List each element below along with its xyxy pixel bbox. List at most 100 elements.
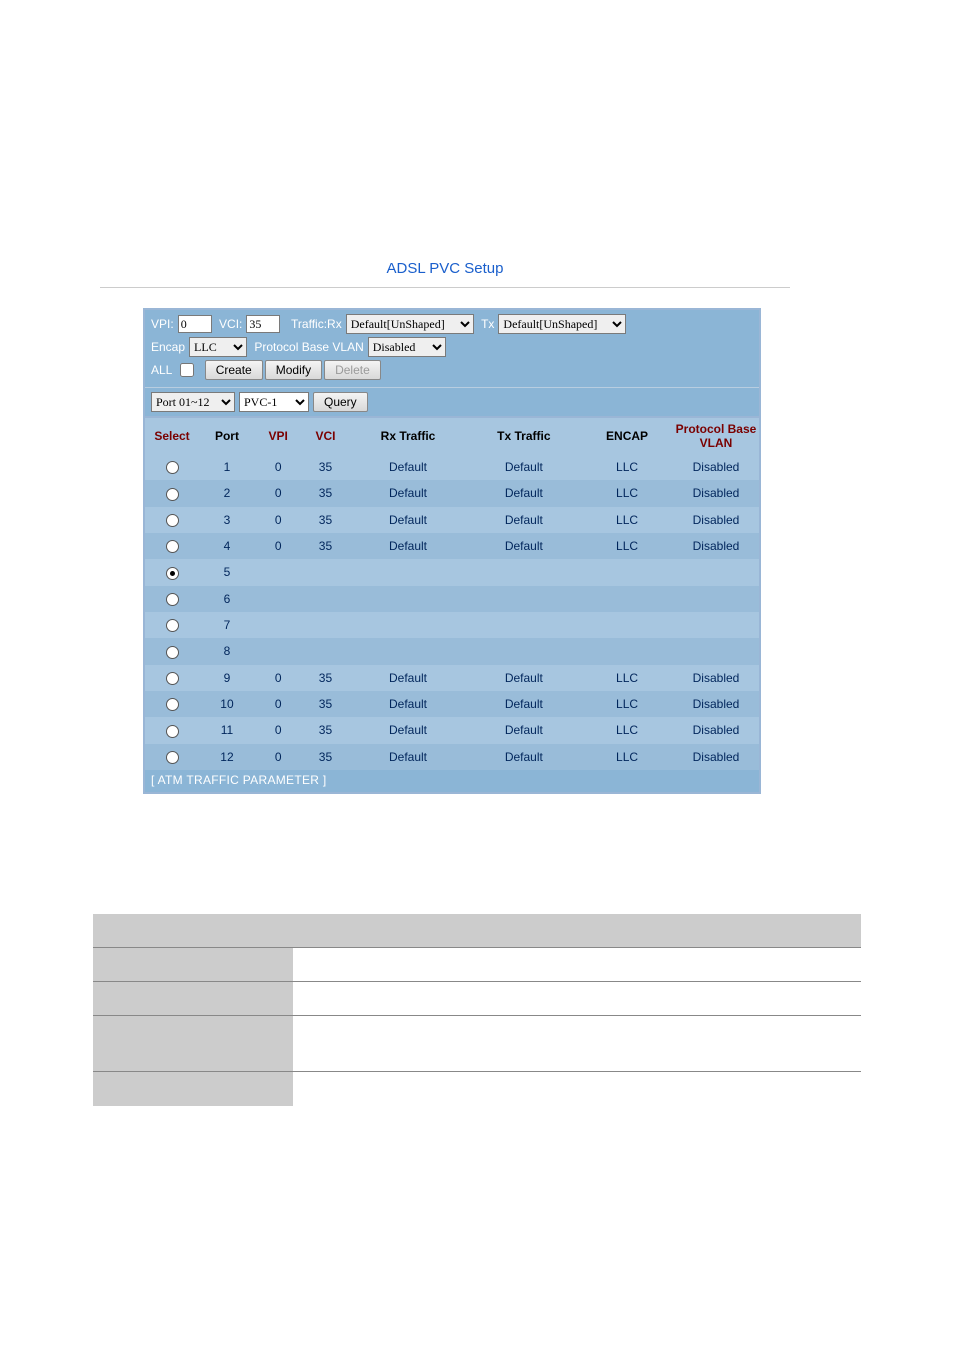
cell-vci: 35	[301, 533, 349, 559]
row-select-radio[interactable]	[166, 567, 179, 580]
table-row: 4035DefaultDefaultLLCDisabled	[145, 533, 759, 559]
col-vpi: VPI	[255, 418, 302, 454]
cell-vpi	[255, 612, 302, 638]
cell-pbv	[673, 612, 759, 638]
row-select-radio[interactable]	[166, 725, 179, 738]
cell-vpi: 0	[255, 717, 302, 743]
row-select-radio[interactable]	[166, 672, 179, 685]
vci-input[interactable]	[246, 315, 280, 333]
table-row: 8	[145, 638, 759, 664]
cell-port: 6	[199, 586, 255, 612]
cell-tx	[467, 638, 582, 664]
page-title: ADSL PVC Setup	[100, 240, 790, 288]
cell-tx	[467, 559, 582, 585]
cell-vpi	[255, 559, 302, 585]
col-rx: Rx Traffic	[349, 418, 466, 454]
cell-vci	[301, 638, 349, 664]
row-select-radio[interactable]	[166, 488, 179, 501]
cell-vci	[301, 586, 349, 612]
table-row: 2035DefaultDefaultLLCDisabled	[145, 480, 759, 506]
table-row: 5	[145, 559, 759, 585]
create-button[interactable]: Create	[205, 360, 263, 380]
col-pbv: Protocol Base VLAN	[673, 418, 759, 454]
cell-vpi: 0	[255, 691, 302, 717]
vci-label: VCI:	[219, 317, 242, 331]
cell-tx: Default	[467, 691, 582, 717]
pvc-table: Select Port VPI VCI Rx Traffic Tx Traffi…	[145, 418, 759, 770]
cell-encap	[581, 559, 673, 585]
cell-vci: 35	[301, 691, 349, 717]
cell-encap: LLC	[581, 744, 673, 770]
query-bar: Port 01~12 PVC-1 Query	[145, 387, 759, 418]
cell-tx: Default	[467, 744, 582, 770]
cell-port: 5	[199, 559, 255, 585]
cell-port: 3	[199, 507, 255, 533]
row-select-radio[interactable]	[166, 698, 179, 711]
cell-tx: Default	[467, 665, 582, 691]
pbv-label: Protocol Base VLAN	[254, 340, 363, 354]
cell-port: 1	[199, 454, 255, 480]
traffic-rx-select[interactable]: Default[UnShaped]	[346, 314, 474, 334]
port-range-select[interactable]: Port 01~12	[151, 392, 235, 412]
cell-port: 8	[199, 638, 255, 664]
modify-button[interactable]: Modify	[265, 360, 322, 380]
cell-port: 12	[199, 744, 255, 770]
cell-vpi: 0	[255, 507, 302, 533]
pbv-select[interactable]: Disabled	[368, 337, 446, 357]
cell-pbv	[673, 559, 759, 585]
row-select-radio[interactable]	[166, 514, 179, 527]
cell-tx: Default	[467, 533, 582, 559]
col-encap: ENCAP	[581, 418, 673, 454]
row-select-radio[interactable]	[166, 540, 179, 553]
col-tx: Tx Traffic	[467, 418, 582, 454]
cell-pbv: Disabled	[673, 480, 759, 506]
cell-port: 2	[199, 480, 255, 506]
row-select-radio[interactable]	[166, 646, 179, 659]
pvc-select[interactable]: PVC-1	[239, 392, 309, 412]
row-select-radio[interactable]	[166, 751, 179, 764]
cell-vpi: 0	[255, 744, 302, 770]
row-select-radio[interactable]	[166, 461, 179, 474]
cell-rx: Default	[349, 507, 466, 533]
cell-vci	[301, 612, 349, 638]
all-checkbox[interactable]	[180, 363, 194, 377]
row-select-radio[interactable]	[166, 619, 179, 632]
cell-tx: Default	[467, 454, 582, 480]
query-button[interactable]: Query	[313, 392, 368, 412]
cell-vpi	[255, 586, 302, 612]
cell-rx: Default	[349, 533, 466, 559]
table-row: 9035DefaultDefaultLLCDisabled	[145, 665, 759, 691]
col-port: Port	[199, 418, 255, 454]
traffic-rx-label: Traffic:Rx	[291, 317, 342, 331]
delete-button[interactable]: Delete	[324, 360, 381, 380]
encap-select[interactable]: LLC	[189, 337, 247, 357]
cell-port: 9	[199, 665, 255, 691]
cell-encap: LLC	[581, 454, 673, 480]
cell-pbv	[673, 638, 759, 664]
cell-encap: LLC	[581, 480, 673, 506]
row-select-radio[interactable]	[166, 593, 179, 606]
traffic-tx-select[interactable]: Default[UnShaped]	[498, 314, 626, 334]
cell-tx	[467, 586, 582, 612]
cell-port: 7	[199, 612, 255, 638]
cell-encap: LLC	[581, 507, 673, 533]
cell-tx: Default	[467, 717, 582, 743]
cell-rx	[349, 559, 466, 585]
vpi-input[interactable]	[178, 315, 212, 333]
cell-vci: 35	[301, 744, 349, 770]
cell-rx: Default	[349, 744, 466, 770]
cell-rx	[349, 612, 466, 638]
cell-pbv: Disabled	[673, 507, 759, 533]
col-vci: VCI	[301, 418, 349, 454]
table-row: 11035DefaultDefaultLLCDisabled	[145, 717, 759, 743]
cell-rx: Default	[349, 717, 466, 743]
parameter-table	[93, 914, 861, 1106]
cell-rx: Default	[349, 480, 466, 506]
table-row: 12035DefaultDefaultLLCDisabled	[145, 744, 759, 770]
col-select: Select	[145, 418, 199, 454]
cell-rx: Default	[349, 454, 466, 480]
atm-traffic-parameter-link[interactable]: [ ATM TRAFFIC PARAMETER ]	[145, 770, 759, 792]
cell-tx: Default	[467, 507, 582, 533]
top-controls: VPI: VCI: Traffic:Rx Default[UnShaped] T…	[145, 310, 759, 387]
cell-vpi	[255, 638, 302, 664]
